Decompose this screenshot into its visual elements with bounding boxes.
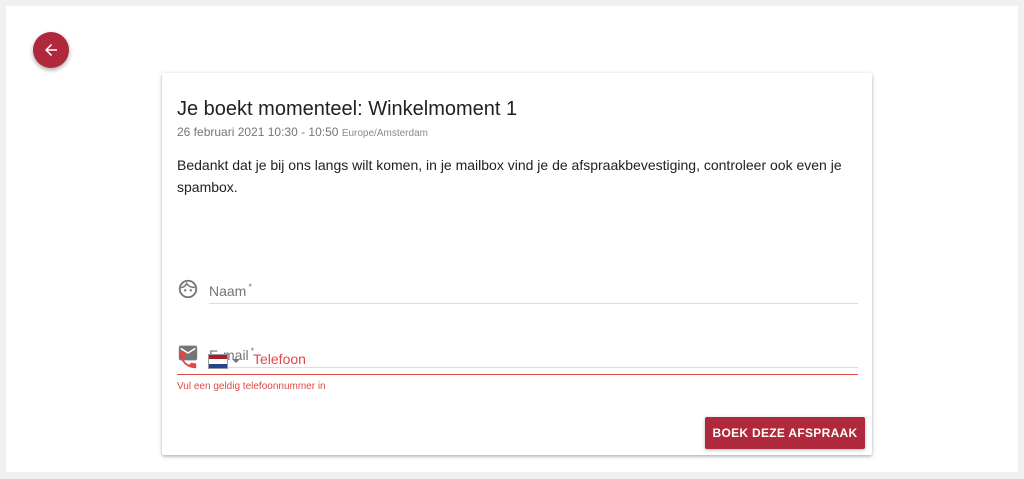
booking-datetime: 26 februari 2021 10:30 - 10:50 Europe/Am… [177, 125, 428, 139]
page-title: Je boekt momenteel: Winkelmoment 1 [177, 98, 518, 120]
phone-icon [179, 351, 197, 369]
booking-description: Bedankt dat je bij ons langs wilt komen,… [177, 157, 842, 195]
face-icon [178, 279, 198, 299]
phone-error-text: Vul een geldig telefoonnummer in [177, 381, 326, 392]
netherlands-flag-icon [208, 354, 228, 369]
timezone-text: Europe/Amsterdam [341, 128, 428, 139]
booking-card: Je boekt momenteel: Winkelmoment 1 26 fe… [162, 73, 872, 455]
phone-field[interactable] [177, 345, 858, 375]
page: Je boekt momenteel: Winkelmoment 1 26 fe… [6, 6, 1018, 472]
submit-button[interactable]: BOEK DEZE AFSPRAAK [705, 417, 865, 449]
back-button[interactable] [33, 32, 69, 68]
chevron-down-icon [232, 359, 240, 363]
arrow-left-icon [45, 44, 57, 56]
phone-input[interactable] [253, 351, 653, 367]
phone-underline [177, 374, 858, 375]
name-label: Naam * [209, 282, 252, 299]
name-underline [209, 303, 858, 304]
name-field[interactable]: Naam * [177, 274, 858, 304]
country-select[interactable] [208, 354, 248, 369]
datetime-text: 26 februari 2021 10:30 - 10:50 [177, 125, 339, 139]
